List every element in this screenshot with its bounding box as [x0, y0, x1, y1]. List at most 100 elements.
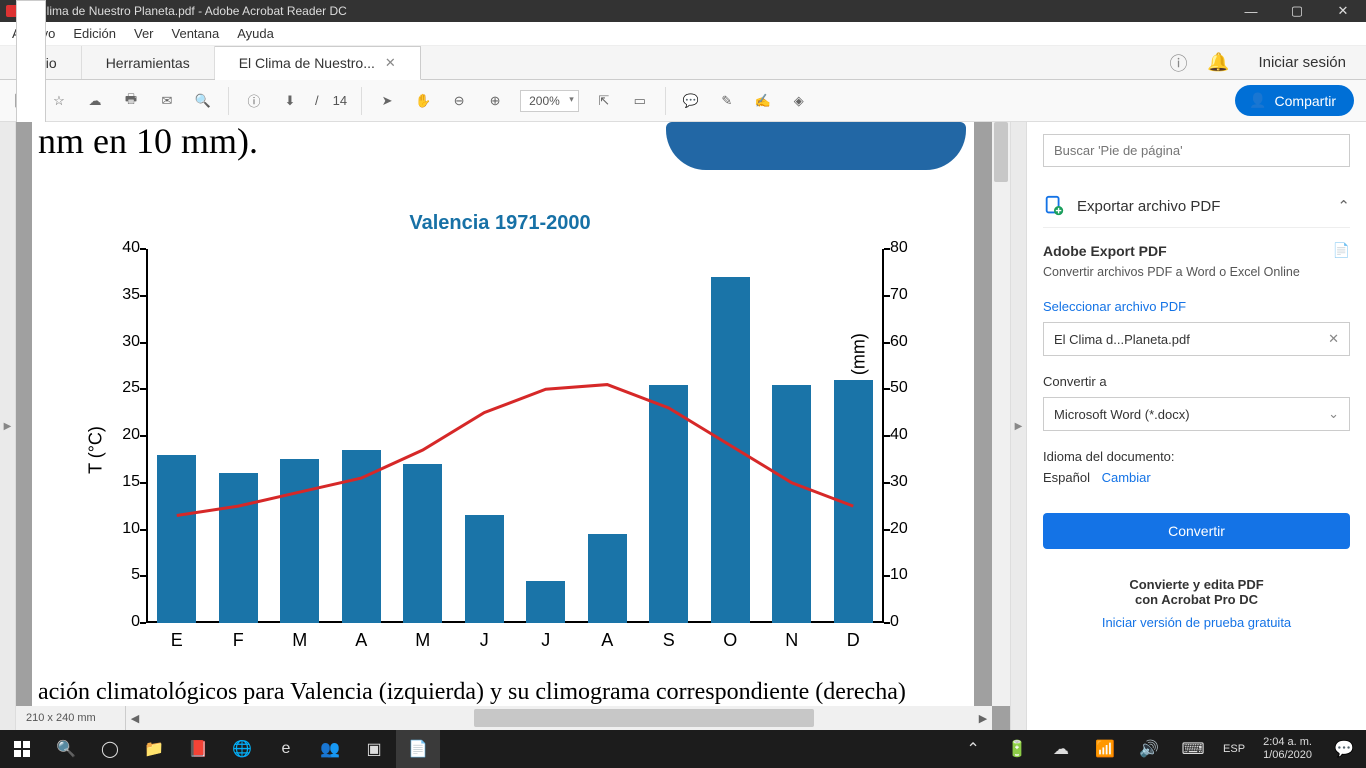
tabstrip: Inicio Herramientas El Clima de Nuestro.… [0, 46, 1366, 80]
free-trial-link[interactable]: Iniciar versión de prueba gratuita [1043, 615, 1350, 630]
window-titlebar: El Clima de Nuestro Planeta.pdf - Adobe … [0, 0, 1366, 22]
mail-icon[interactable]: ✉ [156, 90, 178, 112]
star-icon[interactable]: ☆ [48, 90, 70, 112]
volume-icon[interactable]: 🔊 [1127, 730, 1171, 768]
promo-text: Convierte y edita PDF con Acrobat Pro DC [1043, 577, 1350, 607]
share-button[interactable]: 👤 Compartir [1235, 85, 1354, 116]
menubar: Archivo Edición Ver Ventana Ayuda [0, 22, 1366, 46]
close-button[interactable]: ✕ [1320, 0, 1366, 22]
x-tick: J [515, 630, 577, 651]
x-tick: O [700, 630, 762, 651]
menu-edit[interactable]: Edición [73, 26, 116, 41]
bar-M [280, 459, 319, 623]
window-title: El Clima de Nuestro Planeta.pdf - Adobe … [24, 4, 347, 18]
right-panel-toggle[interactable]: ▶ [1010, 122, 1026, 730]
clear-file-icon[interactable]: ✕ [1328, 331, 1339, 347]
doc-text-fragment-bottom: ación climatológicos para Valencia (izqu… [38, 679, 906, 706]
share-icon: 👤 [1249, 92, 1266, 109]
teams-icon[interactable]: 👥 [308, 730, 352, 768]
page-dimensions: 210 x 240 mm [16, 706, 126, 730]
battery-icon[interactable]: 🔋 [995, 730, 1039, 768]
doc-language-value: Español [1043, 470, 1090, 485]
selected-file-box[interactable]: El Clima d...Planeta.pdf ✕ [1043, 322, 1350, 356]
export-pdf-header[interactable]: Exportar archivo PDF ⌃ [1043, 185, 1350, 228]
left-panel-toggle[interactable]: ▶ [0, 122, 16, 730]
share-label: Compartir [1275, 93, 1336, 109]
bar-A [588, 534, 627, 623]
climograma-chart: Valencia 1971-2000 T (°C) PRECIPITACIÓN … [76, 212, 924, 654]
zoom-out-icon[interactable]: ⊖ [448, 90, 470, 112]
x-tick: N [761, 630, 823, 651]
convert-button[interactable]: Convertir [1043, 513, 1350, 549]
minimize-button[interactable]: — [1228, 0, 1274, 22]
cloud-icon[interactable]: ☁ [84, 90, 106, 112]
signin-link[interactable]: Iniciar sesión [1238, 46, 1366, 79]
x-tick: M [269, 630, 331, 651]
page-total: 14 [333, 93, 347, 108]
onedrive-icon[interactable]: ☁ [1039, 730, 1083, 768]
terminal-icon[interactable]: ▣ [352, 730, 396, 768]
cursor-icon[interactable]: ➤ [376, 90, 398, 112]
x-tick: J [454, 630, 516, 651]
menu-view[interactable]: Ver [134, 26, 154, 41]
windows-taskbar: 🔍 ◯ 📁 📕 🌐 e 👥 ▣ 📄 ⌃ 🔋 ☁ 📶 🔊 ⌨ ESP 2:04 a… [0, 730, 1366, 768]
chevron-down-icon: ⌄ [1328, 406, 1339, 422]
bar-M [403, 464, 442, 623]
start-button[interactable] [0, 730, 44, 768]
horizontal-scrollbar[interactable]: 210 x 240 mm ◀ ▶ [16, 706, 992, 730]
bar-N [772, 385, 811, 623]
app-icon-1[interactable]: 📕 [176, 730, 220, 768]
bar-D [834, 380, 873, 623]
help-icon[interactable]: ⓘ [1158, 46, 1198, 79]
explorer-icon[interactable]: 📁 [132, 730, 176, 768]
bar-J [465, 515, 504, 623]
search-taskbar-icon[interactable]: 🔍 [44, 730, 88, 768]
edge-icon[interactable]: e [264, 730, 308, 768]
fit-width-icon[interactable]: ⇱ [593, 90, 615, 112]
document-area: nm en 10 mm). Valencia 1971-2000 T (°C) … [16, 122, 1010, 730]
search-icon[interactable]: 🔍 [192, 90, 214, 112]
format-select[interactable]: Microsoft Word (*.docx) ⌄ [1043, 397, 1350, 431]
tab-close-icon[interactable]: ✕ [385, 55, 396, 71]
menu-window[interactable]: Ventana [172, 26, 220, 41]
language-indicator[interactable]: ESP [1215, 743, 1253, 755]
menu-help[interactable]: Ayuda [237, 26, 274, 41]
zoom-in-icon[interactable]: ⊕ [484, 90, 506, 112]
network-icon[interactable]: 📶 [1083, 730, 1127, 768]
fit-page-icon[interactable]: ▭ [629, 90, 651, 112]
sign-icon[interactable]: ✍ [752, 90, 774, 112]
page-up-icon[interactable]: ⓘ [243, 90, 265, 112]
zoom-select[interactable]: 200% [520, 90, 579, 112]
vertical-scrollbar[interactable] [992, 122, 1010, 706]
x-tick: A [577, 630, 639, 651]
hand-icon[interactable]: ✋ [412, 90, 434, 112]
bar-A [342, 450, 381, 623]
chart-title: Valencia 1971-2000 [76, 212, 924, 235]
doc-language-label: Idioma del documento: [1043, 449, 1350, 464]
bar-F [219, 473, 258, 623]
page-sep: / [315, 93, 319, 108]
bar-E [157, 455, 196, 623]
comment-icon[interactable]: 💬 [680, 90, 702, 112]
cortana-icon[interactable]: ◯ [88, 730, 132, 768]
bell-icon[interactable]: 🔔 [1198, 46, 1238, 79]
x-tick: D [823, 630, 885, 651]
tools-search-input[interactable] [1043, 134, 1350, 167]
export-pdf-icon [1043, 195, 1065, 217]
tab-document[interactable]: El Clima de Nuestro... ✕ [215, 46, 421, 80]
stamp-icon[interactable]: ◈ [788, 90, 810, 112]
chrome-icon[interactable]: 🌐 [220, 730, 264, 768]
print-icon[interactable]: 🖶 [120, 90, 142, 112]
highlight-icon[interactable]: ✎ [716, 90, 738, 112]
tray-chevron-icon[interactable]: ⌃ [951, 730, 995, 768]
pdf-small-icon: 📄 [1333, 242, 1350, 259]
bar-S [649, 385, 688, 623]
clock[interactable]: 2:04 a. m. 1/06/2020 [1253, 736, 1322, 762]
change-language-link[interactable]: Cambiar [1102, 470, 1151, 485]
page-down-icon[interactable]: ⬇ [279, 90, 301, 112]
maximize-button[interactable]: ▢ [1274, 0, 1320, 22]
tab-tools[interactable]: Herramientas [82, 46, 215, 79]
notifications-icon[interactable]: 💬 [1322, 730, 1366, 768]
acrobat-taskbar-icon[interactable]: 📄 [396, 730, 440, 768]
keyboard-icon[interactable]: ⌨ [1171, 730, 1215, 768]
